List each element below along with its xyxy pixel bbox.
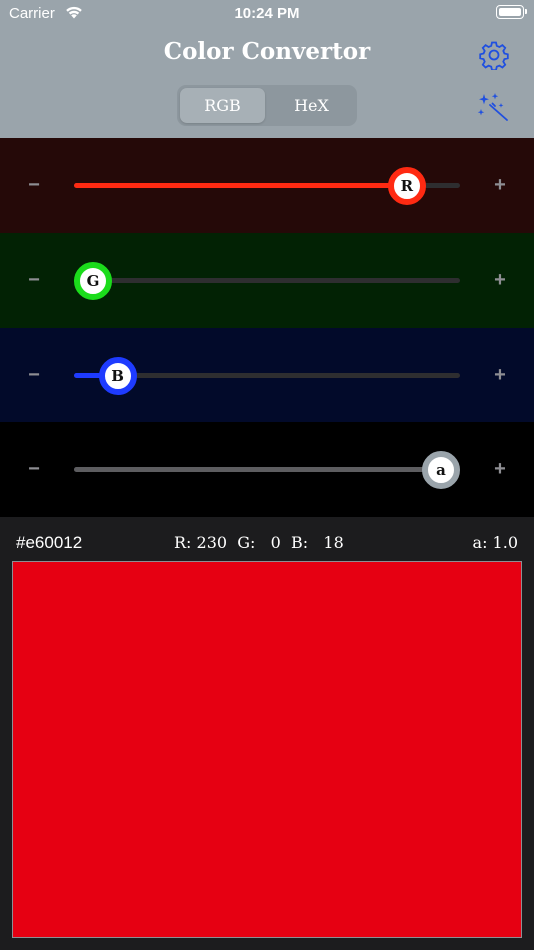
- mode-segmented-control: RGB HeX: [177, 85, 357, 126]
- blue-slider-thumb[interactable]: B: [98, 357, 137, 395]
- segment-hex[interactable]: HeX: [269, 88, 354, 123]
- alpha-value: a: 1.0: [472, 533, 518, 552]
- clock: 10:24 PM: [234, 5, 300, 22]
- header-bar: Carrier 10:24 PM Color Convertor RGB HeX: [0, 0, 534, 138]
- battery-icon: [496, 5, 527, 19]
- color-preview-swatch: [12, 561, 522, 938]
- gear-icon[interactable]: [479, 40, 509, 70]
- green-decrement-button[interactable]: −: [19, 233, 49, 328]
- green-slider-thumb[interactable]: G: [74, 262, 112, 300]
- green-increment-button[interactable]: +: [485, 233, 515, 328]
- page-title: Color Convertor: [163, 38, 371, 65]
- alpha-slider-row: − a +: [0, 422, 534, 517]
- blue-slider-row: − B +: [0, 328, 534, 423]
- color-info-bar: #e60012 R: 230 G: 0 B: 18 a: 1.0: [0, 517, 534, 562]
- red-increment-button[interactable]: +: [485, 138, 515, 233]
- red-slider-thumb[interactable]: R: [387, 167, 426, 205]
- segment-rgb[interactable]: RGB: [180, 88, 265, 123]
- alpha-slider-thumb[interactable]: a: [422, 451, 460, 489]
- alpha-decrement-button[interactable]: −: [19, 422, 49, 517]
- red-slider-fill: [74, 183, 407, 188]
- blue-increment-button[interactable]: +: [485, 328, 515, 423]
- alpha-slider-track[interactable]: [74, 467, 460, 472]
- status-bar: Carrier 10:24 PM: [0, 0, 534, 28]
- blue-decrement-button[interactable]: −: [19, 328, 49, 423]
- green-slider-track[interactable]: [74, 278, 460, 283]
- red-decrement-button[interactable]: −: [19, 138, 49, 233]
- magic-wand-icon[interactable]: [476, 91, 510, 123]
- green-slider-row: − G +: [0, 233, 534, 328]
- hex-value: #e60012: [16, 533, 83, 552]
- rgb-values: R: 230 G: 0 B: 18: [174, 533, 344, 552]
- alpha-increment-button[interactable]: +: [485, 422, 515, 517]
- alpha-slider-fill: [74, 467, 441, 472]
- red-slider-row: − R +: [0, 138, 534, 233]
